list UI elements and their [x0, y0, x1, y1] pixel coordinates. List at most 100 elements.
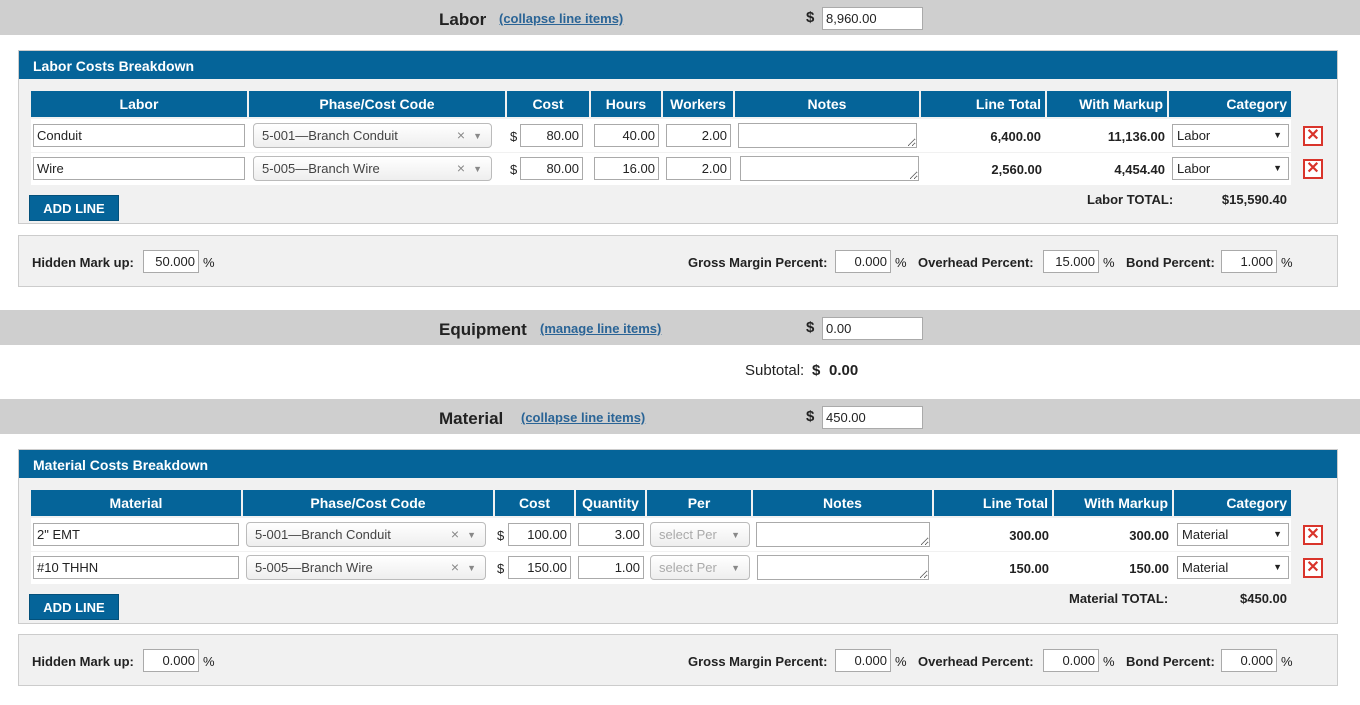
delete-row-icon[interactable]: ✕ — [1303, 159, 1323, 179]
labor-panel-title: Labor Costs Breakdown — [19, 51, 1337, 79]
percent-sign: % — [895, 255, 907, 270]
cost-input[interactable] — [520, 124, 583, 147]
percent-sign: % — [895, 654, 907, 669]
notes-textarea[interactable] — [738, 123, 917, 148]
labor-total-value: $15,590.40 — [1221, 192, 1287, 207]
labor-total-label: Labor TOTAL: — [1087, 192, 1174, 207]
material-col-material: Material — [31, 490, 241, 516]
material-amount-input[interactable] — [822, 406, 923, 429]
notes-textarea[interactable] — [757, 555, 929, 580]
cost-currency: $ — [497, 528, 505, 543]
cost-currency: $ — [510, 162, 518, 177]
material-item-input[interactable] — [33, 556, 239, 579]
equipment-manage-link[interactable]: (manage line items) — [540, 321, 661, 336]
clear-icon[interactable]: × — [451, 523, 459, 546]
gross-margin-label: Gross Margin Percent: — [688, 654, 828, 669]
category-select[interactable]: Material ▼ — [1177, 523, 1289, 546]
category-select[interactable]: Labor ▼ — [1172, 157, 1289, 180]
cost-input[interactable] — [508, 523, 571, 546]
cost-currency: $ — [497, 561, 505, 576]
with-markup-value: 4,454.40 — [1114, 162, 1165, 177]
clear-icon[interactable]: × — [451, 556, 459, 579]
equipment-amount-input[interactable] — [822, 317, 923, 340]
overhead-input[interactable] — [1043, 649, 1099, 672]
add-material-line-button[interactable]: ADD LINE — [29, 594, 119, 620]
material-col-cost: Cost — [495, 490, 574, 516]
quantity-input[interactable] — [578, 556, 644, 579]
equipment-section-title: Equipment — [439, 320, 527, 339]
chevron-down-icon: ▼ — [1273, 163, 1282, 173]
notes-textarea[interactable] — [740, 156, 919, 181]
clear-icon[interactable]: × — [457, 157, 465, 180]
labor-collapse-link[interactable]: (collapse line items) — [499, 11, 623, 26]
overhead-input[interactable] — [1043, 250, 1099, 273]
phase-code-select[interactable]: 5-001—Branch Conduit × ▼ — [246, 522, 486, 547]
add-labor-line-button[interactable]: ADD LINE — [29, 195, 119, 221]
material-panel-title: Material Costs Breakdown — [19, 450, 1337, 478]
bond-label: Bond Percent: — [1126, 654, 1215, 669]
labor-item-input[interactable] — [33, 124, 245, 147]
equipment-subtotal-value: 0.00 — [829, 362, 859, 379]
equipment-subtotal-label: Subtotal: — [745, 362, 805, 379]
phase-code-select[interactable]: 5-005—Branch Wire × ▼ — [253, 156, 492, 181]
hidden-markup-input[interactable] — [143, 649, 199, 672]
quantity-input[interactable] — [578, 523, 644, 546]
material-item-input[interactable] — [33, 523, 239, 546]
hidden-markup-input[interactable] — [143, 250, 199, 273]
material-col-category: Category — [1174, 490, 1291, 516]
bond-label: Bond Percent: — [1126, 255, 1215, 270]
labor-col-workers: Workers — [663, 91, 733, 117]
material-total-label: Material TOTAL: — [1069, 591, 1169, 606]
hours-input[interactable] — [594, 124, 659, 147]
percent-sign: % — [203, 654, 215, 669]
cost-input[interactable] — [508, 556, 571, 579]
labor-amount-currency: $ — [806, 9, 815, 26]
per-select[interactable]: select Per ▼ — [650, 522, 750, 547]
phase-code-select[interactable]: 5-005—Branch Wire × ▼ — [246, 555, 486, 580]
gross-margin-input[interactable] — [835, 250, 891, 273]
material-collapse-link[interactable]: (collapse line items) — [521, 410, 645, 425]
phase-code-select[interactable]: 5-001—Branch Conduit × ▼ — [253, 123, 492, 148]
chevron-down-icon: ▼ — [467, 563, 476, 573]
workers-input[interactable] — [666, 157, 731, 180]
hours-input[interactable] — [594, 157, 659, 180]
gross-margin-label: Gross Margin Percent: — [688, 255, 828, 270]
phase-code-value: 5-005—Branch Wire — [262, 161, 380, 176]
line-total-value: 300.00 — [1009, 528, 1049, 543]
notes-textarea[interactable] — [756, 522, 930, 547]
gross-margin-input[interactable] — [835, 649, 891, 672]
percent-sign: % — [1281, 654, 1293, 669]
labor-item-input[interactable] — [33, 157, 245, 180]
material-col-with-markup: With Markup — [1054, 490, 1172, 516]
hidden-markup-label: Hidden Mark up: — [32, 654, 134, 669]
clear-icon[interactable]: × — [457, 124, 465, 147]
cost-input[interactable] — [520, 157, 583, 180]
overhead-label: Overhead Percent: — [918, 654, 1034, 669]
category-value: Labor — [1177, 128, 1211, 143]
equipment-subtotal-currency: $ — [812, 362, 821, 379]
with-markup-value: 11,136.00 — [1107, 129, 1165, 144]
chevron-down-icon: ▼ — [1273, 130, 1282, 140]
labor-section-bar — [0, 0, 1360, 35]
labor-col-phase: Phase/Cost Code — [249, 91, 505, 117]
delete-row-icon[interactable]: ✕ — [1303, 126, 1323, 146]
equipment-amount-currency: $ — [806, 319, 815, 336]
bond-input[interactable] — [1221, 649, 1277, 672]
material-section-title: Material — [439, 409, 504, 428]
labor-amount-input[interactable] — [822, 7, 923, 30]
line-total-value: 150.00 — [1009, 561, 1049, 576]
category-value: Material — [1182, 560, 1229, 575]
category-select[interactable]: Labor ▼ — [1172, 124, 1289, 147]
delete-row-icon[interactable]: ✕ — [1303, 525, 1323, 545]
category-value: Material — [1182, 527, 1229, 542]
per-select[interactable]: select Per ▼ — [650, 555, 750, 580]
labor-col-with-markup: With Markup — [1047, 91, 1167, 117]
per-placeholder: select Per — [659, 527, 717, 542]
labor-col-labor: Labor — [31, 91, 247, 117]
bond-input[interactable] — [1221, 250, 1277, 273]
category-select[interactable]: Material ▼ — [1177, 556, 1289, 579]
delete-row-icon[interactable]: ✕ — [1303, 558, 1323, 578]
workers-input[interactable] — [666, 124, 731, 147]
material-col-line-total: Line Total — [934, 490, 1052, 516]
material-amount-currency: $ — [806, 408, 815, 425]
